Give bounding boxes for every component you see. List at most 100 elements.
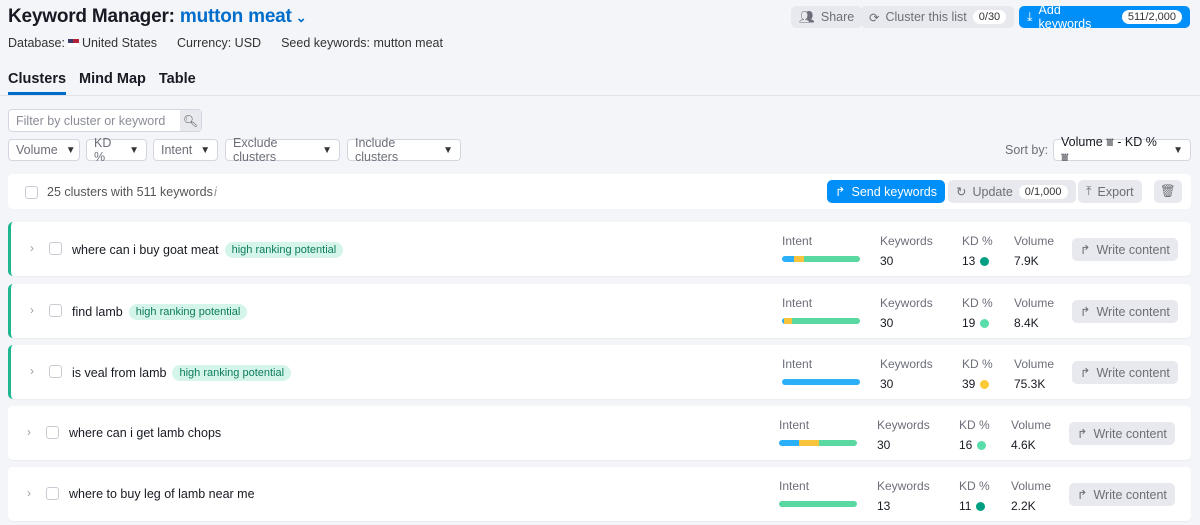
- write-content-button[interactable]: ↱ Write content: [1069, 422, 1175, 445]
- intent-segment: [783, 318, 793, 324]
- delete-button[interactable]: 🗑︎: [1154, 180, 1182, 203]
- share-arrow-icon: ↱: [1077, 427, 1088, 441]
- cluster-name[interactable]: where can i buy goat meat: [72, 243, 219, 257]
- select-all-checkbox[interactable]: [25, 186, 38, 199]
- cluster-summary: 25 clusters with 511 keywords: [47, 185, 213, 199]
- tab-clusters[interactable]: Clusters: [8, 71, 67, 95]
- chevron-down-icon: ▼: [1173, 144, 1183, 156]
- seed-keywords: Seed keywords: mutton meat: [281, 36, 443, 50]
- kd-column: KD % 39: [962, 357, 993, 391]
- cluster-name[interactable]: is veal from lamb: [72, 366, 166, 380]
- keywords-column: Keywords 30: [880, 234, 933, 268]
- cluster-name[interactable]: find lamb: [72, 305, 123, 319]
- kd-dot-icon: [977, 440, 987, 450]
- intent-segment: [779, 440, 799, 446]
- include-clusters-filter[interactable]: Include clusters ▼: [347, 136, 461, 164]
- share-button[interactable]: 👥︎ Share: [791, 6, 863, 28]
- filter-input[interactable]: [9, 110, 180, 131]
- volume-value: 2.2K: [1011, 499, 1036, 513]
- keywords-count: 30: [877, 438, 891, 452]
- intent-segment: [779, 501, 857, 507]
- share-arrow-icon: ↱: [1080, 305, 1091, 319]
- intent-bar: [782, 318, 860, 324]
- intent-segment: [793, 256, 804, 262]
- keywords-count: 30: [880, 316, 894, 330]
- high-potential-badge: high ranking potential: [128, 304, 248, 320]
- write-content-button[interactable]: ↱ Write content: [1072, 300, 1178, 323]
- expand-chevron-icon[interactable]: ›: [27, 486, 31, 500]
- volume-value: 75.3K: [1014, 377, 1046, 391]
- cluster-name[interactable]: where to buy leg of lamb near me: [69, 487, 255, 501]
- kd-dot-icon: [980, 318, 990, 328]
- chevron-down-icon: ⌄: [295, 10, 307, 25]
- chevron-down-icon: ▼: [443, 144, 453, 156]
- cluster-checkbox[interactable]: [46, 426, 59, 439]
- high-potential-badge: high ranking potential: [172, 365, 292, 381]
- kd-value: 39: [962, 377, 976, 391]
- kd-filter[interactable]: KD % ▼: [86, 136, 147, 164]
- write-content-button[interactable]: ↱ Write content: [1069, 483, 1175, 506]
- volume-column: Volume 4.6K: [1011, 418, 1052, 452]
- cluster-checkbox[interactable]: [49, 365, 62, 378]
- export-button[interactable]: ⤒ Export: [1078, 180, 1142, 203]
- intent-column: Intent: [782, 234, 813, 248]
- expand-chevron-icon[interactable]: ›: [30, 241, 34, 255]
- sort-dropdown[interactable]: Volume ⩸ - KD % ⩸ ▼: [1053, 135, 1191, 164]
- filter-search: 🔍︎: [8, 109, 202, 132]
- share-arrow-icon: ↱: [835, 185, 846, 199]
- write-content-button[interactable]: ↱ Write content: [1072, 361, 1178, 384]
- search-icon[interactable]: 🔍︎: [180, 110, 201, 131]
- intent-column: Intent: [782, 357, 813, 371]
- chevron-down-icon: ▼: [200, 144, 211, 156]
- refresh-icon: ↻: [956, 185, 967, 199]
- volume-column: Volume 75.3K: [1014, 357, 1055, 391]
- chevron-down-icon: ▼: [65, 144, 76, 156]
- cluster-list-button[interactable]: ⟳ Cluster this list 0/30: [861, 6, 1015, 28]
- tab-mind-map[interactable]: Mind Map: [79, 71, 146, 95]
- users-icon: 👥︎: [799, 9, 815, 24]
- tab-table[interactable]: Table: [159, 71, 196, 95]
- send-keywords-button[interactable]: ↱ Send keywords: [827, 180, 945, 203]
- intent-segment: [792, 318, 860, 324]
- intent-bar: [779, 440, 857, 446]
- exclude-clusters-filter[interactable]: Exclude clusters ▼: [225, 136, 340, 164]
- write-content-button[interactable]: ↱ Write content: [1072, 238, 1178, 261]
- meta-info: Database: United States Currency: USD See…: [8, 36, 443, 50]
- kd-value: 13: [962, 254, 976, 268]
- cluster-checkbox[interactable]: [46, 487, 59, 500]
- high-potential-badge: high ranking potential: [224, 242, 344, 258]
- list-name-dropdown[interactable]: mutton meat ⌄: [180, 6, 307, 27]
- expand-chevron-icon[interactable]: ›: [27, 425, 31, 439]
- view-tabs: Clusters Mind Map Table: [8, 71, 196, 95]
- cluster-checkbox[interactable]: [49, 304, 62, 317]
- add-keywords-button[interactable]: ⤓ Add keywords 511/2,000: [1019, 3, 1190, 31]
- kd-column: KD % 16: [959, 418, 990, 452]
- intent-column: Intent: [782, 296, 813, 310]
- chevron-down-icon: ▼: [129, 144, 139, 156]
- info-icon[interactable]: i: [214, 184, 217, 199]
- intent-bar: [782, 256, 860, 262]
- volume-column: Volume 2.2K: [1011, 479, 1052, 513]
- intent-segment: [798, 440, 819, 446]
- kd-dot-icon: [976, 501, 986, 511]
- download-icon: ⤓: [1027, 9, 1033, 24]
- trash-icon: 🗑︎: [1160, 184, 1176, 198]
- volume-filter[interactable]: Volume ▼: [8, 139, 80, 161]
- share-arrow-icon: ↱: [1077, 488, 1088, 502]
- kd-dot-icon: [980, 379, 990, 389]
- cluster-checkbox[interactable]: [49, 242, 62, 255]
- volume-value: 8.4K: [1014, 316, 1039, 330]
- keywords-column: Keywords 30: [880, 296, 933, 330]
- intent-segment: [818, 440, 857, 446]
- sort-label: Sort by:: [1005, 143, 1049, 157]
- page-title: Keyword Manager: mutton meat ⌄: [8, 6, 307, 27]
- intent-filter[interactable]: Intent ▼: [153, 139, 218, 161]
- expand-chevron-icon[interactable]: ›: [30, 303, 34, 317]
- expand-chevron-icon[interactable]: ›: [30, 364, 34, 378]
- us-flag-icon: [67, 39, 79, 47]
- update-button[interactable]: ↻ Update 0/1,000: [948, 180, 1076, 203]
- cluster-name[interactable]: where can i get lamb chops: [69, 426, 221, 440]
- keywords-count: 30: [880, 377, 894, 391]
- cluster-card: › where to buy leg of lamb near me Inten…: [8, 467, 1191, 521]
- cluster-card: › where can i get lamb chops Intent Keyw…: [8, 406, 1191, 460]
